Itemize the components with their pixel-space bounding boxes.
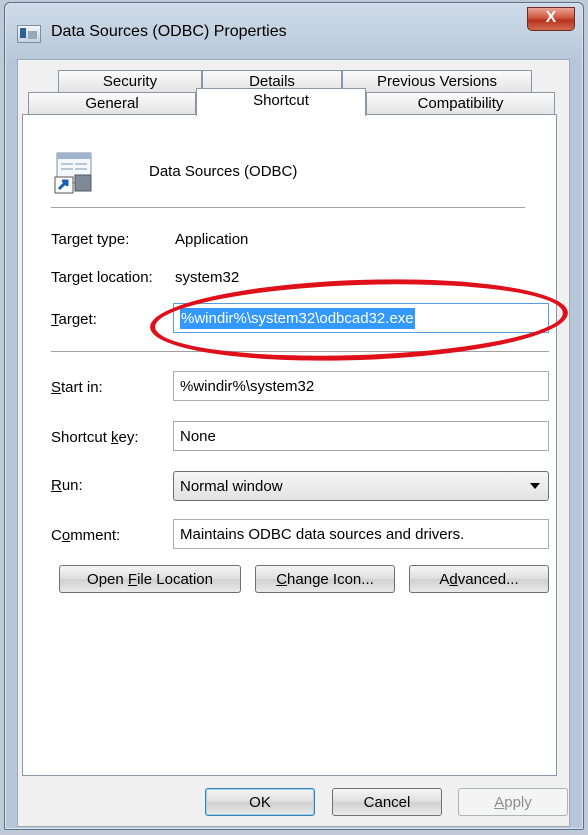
start-in-label: Start in: [51, 379, 103, 396]
target-location-value: system32 [175, 269, 240, 286]
shortcut-page: Data Sources (ODBC) Target type: Applica… [22, 114, 557, 776]
shortcut-key-field[interactable]: None [173, 421, 549, 451]
advanced-button[interactable]: Advanced... [409, 565, 549, 593]
target-type-value: Application [175, 231, 249, 248]
divider [51, 351, 549, 352]
chevron-down-icon [530, 483, 540, 489]
run-label: Run: [51, 477, 83, 494]
tab-previous-versions[interactable]: Previous Versions [342, 70, 532, 92]
shortcut-key-label: Shortcut key: [51, 429, 139, 446]
comment-field[interactable]: Maintains ODBC data sources and drivers. [173, 519, 549, 549]
window-title: Data Sources (ODBC) Properties [51, 23, 287, 40]
tab-security[interactable]: Security [58, 70, 202, 92]
shortcut-name: Data Sources (ODBC) [149, 163, 298, 180]
ok-button[interactable]: OK [205, 788, 315, 816]
tab-compatibility[interactable]: Compatibility [366, 92, 555, 114]
start-in-field[interactable]: %windir%\system32 [173, 371, 549, 401]
open-file-location-button[interactable]: Open File Location [59, 565, 241, 593]
divider [51, 207, 525, 208]
data-sources-shortcut-icon [54, 152, 92, 194]
run-select[interactable]: Normal window [173, 471, 549, 501]
target-value: %windir%\system32\odbcad32.exe [180, 308, 415, 329]
close-button[interactable]: X [527, 7, 575, 31]
odbc-app-icon [17, 25, 41, 43]
tab-shortcut[interactable]: Shortcut [196, 88, 366, 116]
target-label: Target: [51, 311, 97, 328]
run-select-value: Normal window [180, 478, 283, 495]
target-location-label: Target location: [51, 269, 153, 286]
tab-general[interactable]: General [28, 92, 196, 114]
target-type-label: Target type: [51, 231, 130, 248]
cancel-button[interactable]: Cancel [332, 788, 442, 816]
comment-label: Comment: [51, 527, 121, 544]
change-icon-button[interactable]: Change Icon... [255, 565, 395, 593]
apply-button[interactable]: Apply [458, 788, 568, 816]
target-field[interactable]: %windir%\system32\odbcad32.exe [173, 303, 549, 333]
title-bar[interactable]: Data Sources (ODBC) Properties X [5, 3, 583, 43]
